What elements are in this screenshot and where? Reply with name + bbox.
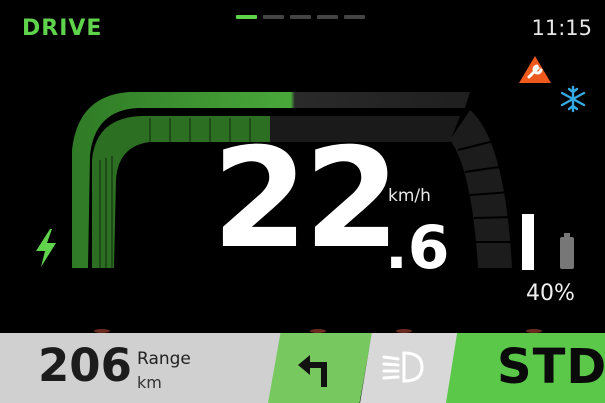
battery-icon xyxy=(560,233,574,269)
drive-mode-label: DRIVE xyxy=(22,16,103,41)
page-dot-2[interactable] xyxy=(263,15,284,19)
page-dot-3[interactable] xyxy=(290,15,311,19)
range-value: 206 xyxy=(38,339,132,392)
lightning-bolt-icon xyxy=(36,229,56,267)
battery-percent: 40% xyxy=(526,281,575,306)
low-beam-icon xyxy=(382,351,424,383)
page-indicator[interactable] xyxy=(236,15,365,19)
wrench-warning-icon xyxy=(519,56,551,83)
speed-decimal: .6 xyxy=(385,213,450,283)
turn-left-arrow-icon xyxy=(298,355,327,387)
snowflake-icon xyxy=(560,85,586,113)
clock: 11:15 xyxy=(531,16,592,40)
speed-unit: km/h xyxy=(388,186,431,206)
battery-level-bar xyxy=(522,214,534,270)
speed-value: 22 xyxy=(212,118,400,279)
page-dot-1[interactable] xyxy=(236,15,257,19)
dashboard-screen: DRIVE 11:15 22 km/h .6 40% 206 Range km … xyxy=(0,0,605,403)
page-dot-4[interactable] xyxy=(317,15,338,19)
riding-mode-label: STD xyxy=(497,339,605,395)
range-label: Range xyxy=(137,349,191,369)
range-unit: km xyxy=(137,373,162,392)
page-dot-5[interactable] xyxy=(344,15,365,19)
